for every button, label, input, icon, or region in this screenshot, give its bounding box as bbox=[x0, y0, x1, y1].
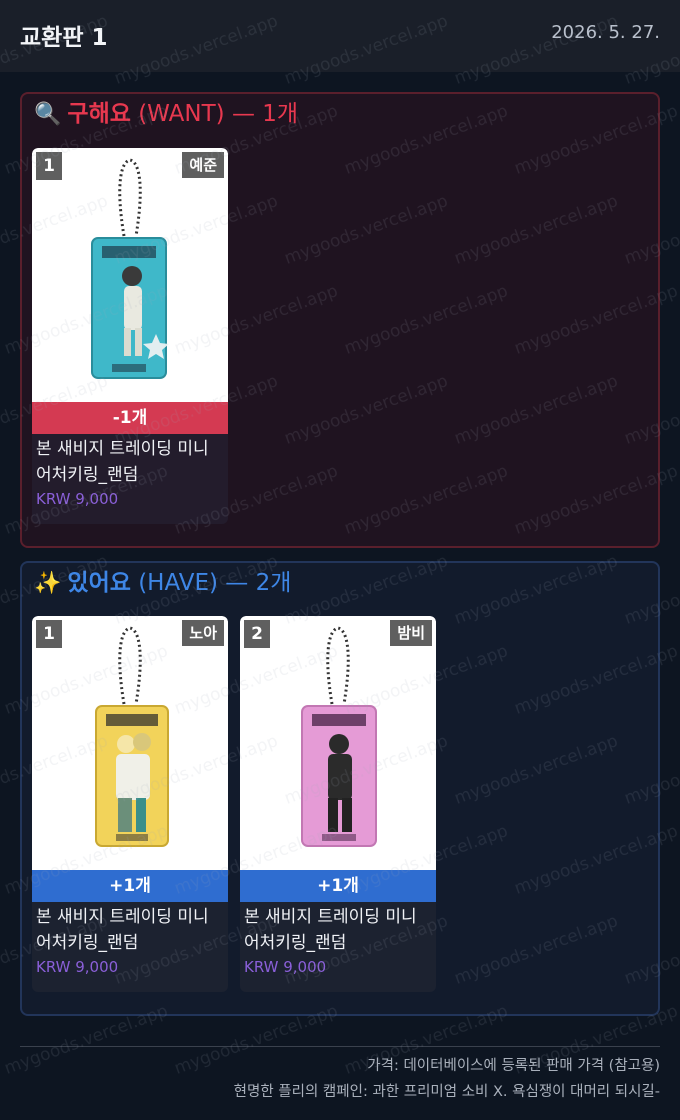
have-separator: — bbox=[225, 570, 249, 596]
keyring-illustration bbox=[301, 626, 377, 847]
want-section: 🔍 구해요 (WANT) — 1개 1 예준 -1개 본 새비지 트레이딩 미니… bbox=[20, 92, 660, 548]
campaign-note: 현명한 플리의 캠페인: 과한 프리미엄 소비 X. 욕심쟁이 대머리 되시길- bbox=[233, 1084, 660, 1100]
want-tag: (WANT) bbox=[138, 101, 225, 127]
have-label: 있어요 bbox=[67, 570, 131, 596]
product-image: 1 예준 bbox=[32, 148, 228, 402]
item-index-badge: 2 bbox=[244, 620, 270, 648]
have-count: 2개 bbox=[255, 570, 292, 596]
product-name-line-1: 본 새비지 트레이딩 미니 bbox=[36, 907, 209, 927]
product-name-line-1: 본 새비지 트레이딩 미니 bbox=[244, 907, 417, 927]
owner-badge: 예준 bbox=[182, 152, 224, 178]
owner-badge: 밤비 bbox=[390, 620, 432, 646]
product-name-line-2: 어처키링_랜덤 bbox=[36, 933, 139, 953]
product-name-line-2: 어처키링_랜덤 bbox=[36, 465, 139, 485]
product-name: 본 새비지 트레이딩 미니 어처키링_랜덤 bbox=[36, 904, 226, 956]
product-image: 1 노아 bbox=[32, 616, 228, 870]
want-separator: — bbox=[231, 101, 255, 127]
product-price: KRW 9,000 bbox=[244, 958, 327, 976]
item-index-badge: 1 bbox=[36, 152, 62, 180]
have-section: ✨ 있어요 (HAVE) — 2개 1 노아 +1개 본 새비지 트레이딩 미니… bbox=[20, 561, 660, 1016]
want-card-1[interactable]: 1 예준 -1개 본 새비지 트레이딩 미니 어처키링_랜덤 KRW 9,000 bbox=[32, 148, 228, 524]
product-name: 본 새비지 트레이딩 미니 어처키링_랜덤 bbox=[244, 904, 434, 956]
board-date: 2026. 5. 27. bbox=[551, 22, 660, 43]
have-card-1[interactable]: 1 노아 +1개 본 새비지 트레이딩 미니 어처키링_랜덤 KRW 9,000 bbox=[32, 616, 228, 992]
keyring-illustration bbox=[95, 626, 169, 847]
footer-divider bbox=[20, 1046, 660, 1047]
product-price: KRW 9,000 bbox=[36, 490, 119, 508]
have-section-heading: ✨ 있어요 (HAVE) — 2개 bbox=[34, 567, 291, 600]
magnifier-icon: 🔍 bbox=[34, 102, 62, 127]
quantity-bar: -1개 bbox=[32, 402, 228, 434]
product-price: KRW 9,000 bbox=[36, 958, 119, 976]
sparkles-icon: ✨ bbox=[34, 571, 62, 596]
owner-badge: 노아 bbox=[182, 620, 224, 646]
have-card-2[interactable]: 2 밤비 +1개 본 새비지 트레이딩 미니 어처키링_랜덤 KRW 9,000 bbox=[240, 616, 436, 992]
want-section-heading: 🔍 구해요 (WANT) — 1개 bbox=[34, 98, 298, 131]
page-title: 교환판 1 bbox=[20, 25, 108, 51]
product-image: 2 밤비 bbox=[240, 616, 436, 870]
quantity-bar: +1개 bbox=[240, 870, 436, 902]
quantity-bar: +1개 bbox=[32, 870, 228, 902]
product-name: 본 새비지 트레이딩 미니 어처키링_랜덤 bbox=[36, 436, 226, 488]
keyring-illustration bbox=[91, 158, 169, 379]
product-name-line-1: 본 새비지 트레이딩 미니 bbox=[36, 439, 209, 459]
item-index-badge: 1 bbox=[36, 620, 62, 648]
want-count: 1개 bbox=[262, 101, 299, 127]
price-note: 가격: 데이터베이스에 등록된 판매 가격 (참고용) bbox=[367, 1058, 660, 1074]
want-label: 구해요 bbox=[67, 101, 131, 127]
header-bar: 교환판 1 2026. 5. 27. bbox=[0, 0, 680, 72]
product-name-line-2: 어처키링_랜덤 bbox=[244, 933, 347, 953]
have-tag: (HAVE) bbox=[138, 570, 218, 596]
